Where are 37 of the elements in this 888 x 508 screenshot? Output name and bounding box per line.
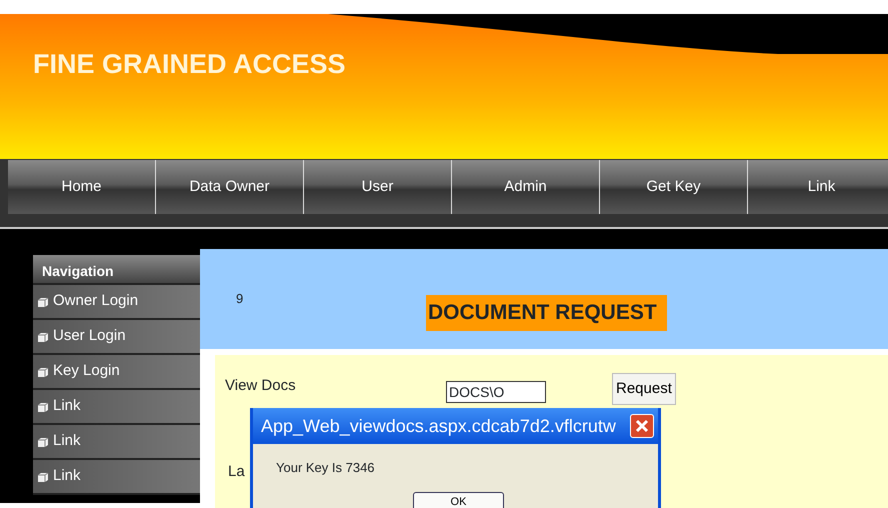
menu-button[interactable]: User: [304, 160, 452, 214]
cube-icon: [37, 332, 49, 342]
link-label: Link: [53, 431, 81, 452]
cube-icon: [37, 366, 49, 376]
sidebar-link[interactable]: Link: [33, 460, 200, 495]
menu-button[interactable]: Data Owner: [156, 160, 304, 214]
ok-button[interactable]: OK: [413, 492, 504, 508]
sidebar-link[interactable]: Owner Login: [33, 285, 200, 320]
sidebar-heading: Navigation: [33, 255, 200, 285]
counter-text: 9: [236, 290, 244, 308]
docs-dropdown[interactable]: DOCS\O: [446, 381, 546, 403]
field-label: View Docs: [225, 376, 296, 396]
sidebar-link[interactable]: User Login: [33, 320, 200, 355]
dialog-title: App_Web_viewdocs.aspx.cdcab7d2.vflcrutw: [261, 414, 616, 438]
site-title: FINE GRAINED ACCESS: [32, 48, 346, 80]
link-label: User Login: [53, 326, 126, 346]
sidebar-link[interactable]: Key Login: [33, 355, 200, 390]
sidebar-link[interactable]: Link: [33, 390, 200, 425]
close-icon: [635, 419, 649, 433]
link-label: Key Login: [53, 361, 120, 382]
field-label: La: [228, 462, 245, 482]
menu-button[interactable]: Link: [748, 160, 888, 214]
cube-icon: [37, 402, 49, 412]
cube-icon: [37, 472, 49, 482]
menu-button[interactable]: Admin: [452, 160, 600, 214]
sidebar-link[interactable]: Link: [33, 425, 200, 460]
link-label: Link: [53, 466, 81, 486]
link-label: Owner Login: [53, 291, 138, 312]
page-heading: DOCUMENT REQUEST: [426, 295, 667, 330]
cube-icon: [37, 296, 49, 306]
close-button[interactable]: [630, 414, 654, 438]
dialog-message: Your Key Is 7346: [276, 459, 376, 477]
request-button[interactable]: Request: [612, 373, 676, 405]
cube-icon: [37, 436, 49, 446]
menu-button[interactable]: Get Key: [600, 160, 748, 214]
menu-button[interactable]: Home: [8, 160, 156, 214]
link-label: Link: [53, 396, 81, 416]
